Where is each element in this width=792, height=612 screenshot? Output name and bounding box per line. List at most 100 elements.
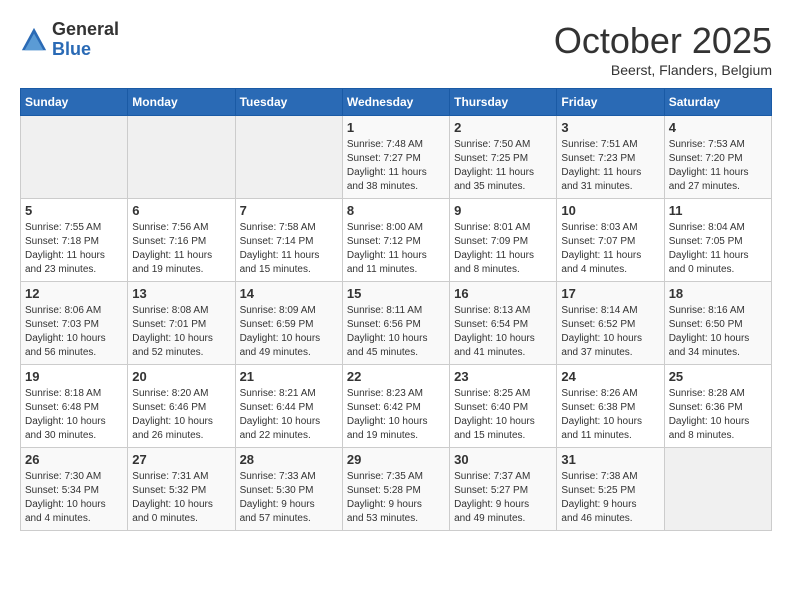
day-info: Sunrise: 8:01 AM Sunset: 7:09 PM Dayligh… — [454, 221, 552, 277]
day-number: 5 — [25, 203, 123, 218]
weekday-header-saturday: Saturday — [664, 89, 771, 116]
calendar-day-cell: 24Sunrise: 8:26 AM Sunset: 6:38 PM Dayli… — [557, 365, 664, 448]
calendar-day-cell: 14 Sunrise: 8:09 AM Sunset: 6:59 PM Dayli… — [235, 282, 342, 365]
calendar-day-cell: 30 Sunrise: 7:37 AM Sunset: 5:27 PM Dayli… — [450, 448, 557, 531]
logo-general-label: General — [52, 20, 119, 40]
weekday-header-thursday: Thursday — [450, 89, 557, 116]
day-info: Sunrise: 7:37 AM Sunset: 5:27 PM Dayligh… — [454, 470, 552, 526]
day-number: 17 — [561, 286, 659, 301]
day-info: Sunrise: 8:23 AM Sunset: 6:42 PM Dayligh… — [347, 387, 445, 443]
calendar-day-cell: 1 Sunrise: 7:48 AM Sunset: 7:27 PM Daylig… — [342, 116, 449, 199]
day-number: 2 — [454, 120, 552, 135]
location: Beerst, Flanders, Belgium — [554, 62, 772, 78]
calendar-day-cell: 5 Sunrise: 7:55 AM Sunset: 7:18 PM Daylig… — [21, 199, 128, 282]
day-number: 15 — [347, 286, 445, 301]
day-number: 30 — [454, 452, 552, 467]
day-info: Sunrise: 8:21 AM Sunset: 6:44 PM Dayligh… — [240, 387, 338, 443]
calendar-day-cell: 6Sunrise: 7:56 AM Sunset: 7:16 PM Daylig… — [128, 199, 235, 282]
day-info: Sunrise: 8:03 AM Sunset: 7:07 PM Dayligh… — [561, 221, 659, 277]
day-number: 28 — [240, 452, 338, 467]
day-info: Sunrise: 7:35 AM Sunset: 5:28 PM Dayligh… — [347, 470, 445, 526]
day-info: Sunrise: 8:28 AM Sunset: 6:36 PM Dayligh… — [669, 387, 767, 443]
day-number: 23 — [454, 369, 552, 384]
day-number: 22 — [347, 369, 445, 384]
calendar-day-cell: 4Sunrise: 7:53 AM Sunset: 7:20 PM Daylig… — [664, 116, 771, 199]
weekday-header-monday: Monday — [128, 89, 235, 116]
calendar-day-cell: 26 Sunrise: 7:30 AM Sunset: 5:34 PM Dayli… — [21, 448, 128, 531]
calendar-day-cell: 10 Sunrise: 8:03 AM Sunset: 7:07 PM Dayli… — [557, 199, 664, 282]
day-number: 10 — [561, 203, 659, 218]
calendar-day-cell: 28 Sunrise: 7:33 AM Sunset: 5:30 PM Dayli… — [235, 448, 342, 531]
day-info: Sunrise: 7:55 AM Sunset: 7:18 PM Dayligh… — [25, 221, 123, 277]
calendar-day-cell: 2 Sunrise: 7:50 AM Sunset: 7:25 PM Daylig… — [450, 116, 557, 199]
day-number: 18 — [669, 286, 767, 301]
day-info: Sunrise: 8:09 AM Sunset: 6:59 PM Dayligh… — [240, 304, 338, 360]
day-number: 6 — [132, 203, 230, 218]
calendar-day-cell: 15 Sunrise: 8:11 AM Sunset: 6:56 PM Dayli… — [342, 282, 449, 365]
day-number: 25 — [669, 369, 767, 384]
day-number: 27 — [132, 452, 230, 467]
weekday-header-tuesday: Tuesday — [235, 89, 342, 116]
weekday-header-friday: Friday — [557, 89, 664, 116]
calendar: SundayMondayTuesdayWednesdayThursdayFrid… — [20, 88, 772, 531]
calendar-day-cell: 20 Sunrise: 8:20 AM Sunset: 6:46 PM Dayli… — [128, 365, 235, 448]
calendar-day-cell — [664, 448, 771, 531]
calendar-day-cell: 21 Sunrise: 8:21 AM Sunset: 6:44 PM Dayli… — [235, 365, 342, 448]
day-info: Sunrise: 7:50 AM Sunset: 7:25 PM Dayligh… — [454, 138, 552, 194]
calendar-body: 1 Sunrise: 7:48 AM Sunset: 7:27 PM Daylig… — [21, 116, 772, 531]
calendar-day-cell: 13Sunrise: 8:08 AM Sunset: 7:01 PM Dayli… — [128, 282, 235, 365]
day-number: 9 — [454, 203, 552, 218]
calendar-week-row: 12Sunrise: 8:06 AM Sunset: 7:03 PM Dayli… — [21, 282, 772, 365]
day-info: Sunrise: 8:13 AM Sunset: 6:54 PM Dayligh… — [454, 304, 552, 360]
day-info: Sunrise: 8:20 AM Sunset: 6:46 PM Dayligh… — [132, 387, 230, 443]
day-number: 19 — [25, 369, 123, 384]
calendar-day-cell: 9 Sunrise: 8:01 AM Sunset: 7:09 PM Daylig… — [450, 199, 557, 282]
day-info: Sunrise: 7:51 AM Sunset: 7:23 PM Dayligh… — [561, 138, 659, 194]
day-info: Sunrise: 8:25 AM Sunset: 6:40 PM Dayligh… — [454, 387, 552, 443]
calendar-header: SundayMondayTuesdayWednesdayThursdayFrid… — [21, 89, 772, 116]
weekday-header-row: SundayMondayTuesdayWednesdayThursdayFrid… — [21, 89, 772, 116]
day-info: Sunrise: 8:18 AM Sunset: 6:48 PM Dayligh… — [25, 387, 123, 443]
day-number: 20 — [132, 369, 230, 384]
calendar-day-cell: 3 Sunrise: 7:51 AM Sunset: 7:23 PM Daylig… — [557, 116, 664, 199]
day-number: 7 — [240, 203, 338, 218]
day-info: Sunrise: 8:04 AM Sunset: 7:05 PM Dayligh… — [669, 221, 767, 277]
day-info: Sunrise: 8:11 AM Sunset: 6:56 PM Dayligh… — [347, 304, 445, 360]
header: General Blue October 2025 Beerst, Flande… — [20, 20, 772, 78]
calendar-day-cell: 12Sunrise: 8:06 AM Sunset: 7:03 PM Dayli… — [21, 282, 128, 365]
calendar-day-cell: 8 Sunrise: 8:00 AM Sunset: 7:12 PM Daylig… — [342, 199, 449, 282]
logo-text: General Blue — [52, 20, 119, 60]
day-number: 26 — [25, 452, 123, 467]
day-info: Sunrise: 7:33 AM Sunset: 5:30 PM Dayligh… — [240, 470, 338, 526]
title-area: October 2025 Beerst, Flanders, Belgium — [554, 20, 772, 78]
day-info: Sunrise: 8:08 AM Sunset: 7:01 PM Dayligh… — [132, 304, 230, 360]
calendar-day-cell: 19 Sunrise: 8:18 AM Sunset: 6:48 PM Dayli… — [21, 365, 128, 448]
day-number: 1 — [347, 120, 445, 135]
calendar-day-cell: 7 Sunrise: 7:58 AM Sunset: 7:14 PM Daylig… — [235, 199, 342, 282]
day-info: Sunrise: 8:14 AM Sunset: 6:52 PM Dayligh… — [561, 304, 659, 360]
calendar-day-cell — [128, 116, 235, 199]
day-number: 24 — [561, 369, 659, 384]
calendar-day-cell: 16 Sunrise: 8:13 AM Sunset: 6:54 PM Dayli… — [450, 282, 557, 365]
calendar-day-cell: 11Sunrise: 8:04 AM Sunset: 7:05 PM Dayli… — [664, 199, 771, 282]
day-info: Sunrise: 7:53 AM Sunset: 7:20 PM Dayligh… — [669, 138, 767, 194]
calendar-day-cell — [21, 116, 128, 199]
day-info: Sunrise: 8:00 AM Sunset: 7:12 PM Dayligh… — [347, 221, 445, 277]
day-number: 14 — [240, 286, 338, 301]
day-info: Sunrise: 8:16 AM Sunset: 6:50 PM Dayligh… — [669, 304, 767, 360]
day-number: 3 — [561, 120, 659, 135]
day-number: 31 — [561, 452, 659, 467]
logo: General Blue — [20, 20, 119, 60]
calendar-day-cell: 31Sunrise: 7:38 AM Sunset: 5:25 PM Dayli… — [557, 448, 664, 531]
calendar-week-row: 26 Sunrise: 7:30 AM Sunset: 5:34 PM Dayli… — [21, 448, 772, 531]
calendar-week-row: 19 Sunrise: 8:18 AM Sunset: 6:48 PM Dayli… — [21, 365, 772, 448]
day-info: Sunrise: 7:30 AM Sunset: 5:34 PM Dayligh… — [25, 470, 123, 526]
day-info: Sunrise: 7:48 AM Sunset: 7:27 PM Dayligh… — [347, 138, 445, 194]
day-info: Sunrise: 7:58 AM Sunset: 7:14 PM Dayligh… — [240, 221, 338, 277]
day-number: 8 — [347, 203, 445, 218]
calendar-day-cell: 18 Sunrise: 8:16 AM Sunset: 6:50 PM Dayli… — [664, 282, 771, 365]
day-number: 16 — [454, 286, 552, 301]
day-number: 21 — [240, 369, 338, 384]
day-info: Sunrise: 7:31 AM Sunset: 5:32 PM Dayligh… — [132, 470, 230, 526]
logo-icon — [20, 26, 48, 54]
